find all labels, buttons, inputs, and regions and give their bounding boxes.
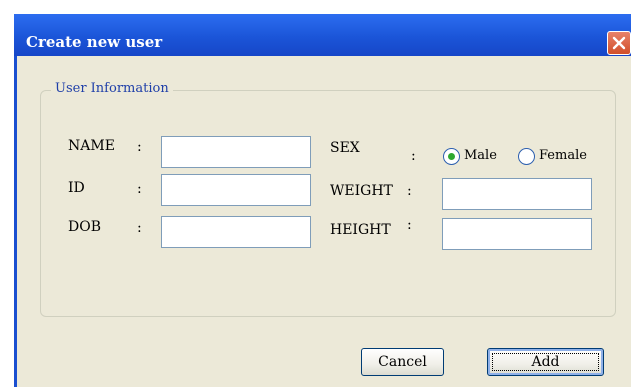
height-label: HEIGHT bbox=[330, 222, 391, 238]
sex-female-radio[interactable] bbox=[518, 148, 535, 165]
dob-input[interactable] bbox=[161, 216, 311, 248]
weight-label: WEIGHT bbox=[330, 183, 393, 199]
cancel-button[interactable]: Cancel bbox=[361, 348, 444, 376]
id-input[interactable] bbox=[161, 174, 311, 206]
sex-male-label[interactable]: Male bbox=[464, 148, 497, 163]
id-colon: : bbox=[137, 181, 142, 197]
name-input[interactable] bbox=[161, 136, 311, 168]
dialog-body: User Information NAME : ID : DOB : SEX :… bbox=[17, 56, 631, 387]
sex-female-label[interactable]: Female bbox=[539, 148, 587, 163]
close-button[interactable] bbox=[607, 31, 631, 55]
group-legend: User Information bbox=[51, 81, 173, 96]
window-title: Create new user bbox=[26, 33, 163, 51]
height-input[interactable] bbox=[442, 218, 592, 250]
name-label: NAME bbox=[68, 138, 115, 154]
dob-label: DOB bbox=[68, 219, 101, 235]
dialog-window: Create new user User Information NAME : … bbox=[14, 14, 631, 387]
sex-colon: : bbox=[411, 148, 416, 164]
name-colon: : bbox=[137, 139, 142, 155]
close-icon bbox=[612, 36, 626, 50]
dob-colon: : bbox=[137, 220, 142, 236]
sex-male-radio[interactable] bbox=[443, 148, 460, 165]
weight-input[interactable] bbox=[442, 178, 592, 210]
focus-rectangle bbox=[492, 353, 599, 371]
id-label: ID bbox=[68, 180, 85, 196]
title-bar[interactable]: Create new user bbox=[14, 14, 631, 56]
weight-colon: : bbox=[407, 183, 412, 199]
add-button[interactable]: Add bbox=[487, 348, 604, 376]
height-colon: : bbox=[407, 217, 412, 233]
sex-label: SEX bbox=[330, 140, 360, 156]
